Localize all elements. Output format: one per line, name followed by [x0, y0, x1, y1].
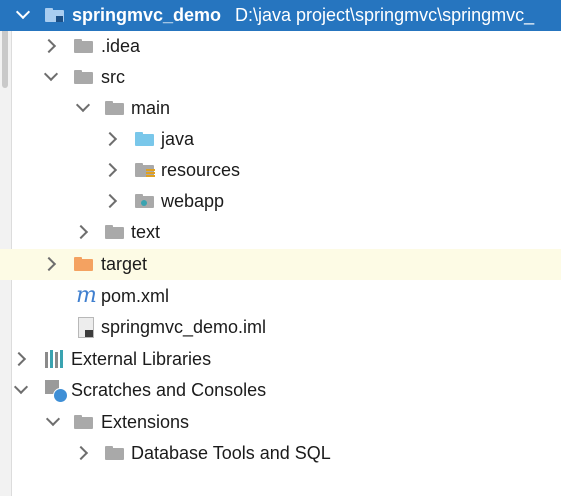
tree-item-iml[interactable]: springmvc_demo.iml	[0, 312, 561, 343]
chevron-right-icon[interactable]	[73, 224, 89, 240]
folder-icon	[74, 70, 93, 84]
chevron-down-icon[interactable]	[13, 379, 29, 395]
root-module-path: D:\java project\springmvc\springmvc_	[235, 5, 535, 25]
tree-item-webapp[interactable]: webapp	[0, 186, 561, 217]
tree-item-resources[interactable]: resources	[0, 155, 561, 186]
tree-item-external-libraries[interactable]: External Libraries	[0, 344, 561, 375]
chevron-right-icon[interactable]	[102, 193, 118, 209]
chevron-right-icon[interactable]	[102, 131, 118, 147]
tree-item-src[interactable]: src	[0, 62, 561, 93]
chevron-right-icon[interactable]	[11, 351, 27, 367]
tree-item-label: main	[131, 98, 171, 118]
tree-item-text[interactable]: text	[0, 217, 561, 248]
tree-item-label: text	[131, 222, 161, 242]
folder-icon	[105, 225, 124, 239]
tree-item-label: webapp	[161, 191, 225, 211]
resources-root-folder-icon	[135, 163, 155, 177]
chevron-down-icon[interactable]	[43, 66, 59, 82]
tree-item-target[interactable]: target	[0, 249, 561, 280]
web-folder-icon	[135, 194, 154, 208]
scratches-console-icon	[45, 380, 68, 403]
tree-item-label: src	[101, 67, 125, 87]
root-module-name: springmvc_demo	[72, 5, 222, 25]
iml-file-icon	[78, 317, 94, 338]
source-root-folder-icon	[135, 132, 154, 146]
tree-item-label: .idea	[101, 36, 141, 56]
chevron-right-icon[interactable]	[102, 162, 118, 178]
chevron-right-icon[interactable]	[41, 256, 57, 272]
tree-item-pom[interactable]: m pom.xml	[0, 281, 561, 312]
chevron-down-icon[interactable]	[75, 97, 91, 113]
tree-item-label: Database Tools and SQL	[131, 443, 331, 463]
excluded-folder-icon	[74, 257, 93, 271]
chevron-down-icon[interactable]	[45, 411, 61, 427]
tree-item-root-module[interactable]: springmvc_demo D:\java project\springmvc…	[0, 0, 561, 31]
maven-pom-icon: m	[76, 283, 97, 308]
tree-item-java[interactable]: java	[0, 124, 561, 155]
tree-item-label: External Libraries	[71, 349, 212, 369]
tree-item-main[interactable]: main	[0, 93, 561, 124]
folder-icon	[74, 415, 93, 429]
tree-item-idea[interactable]: .idea	[0, 31, 561, 62]
tree-item-label: springmvc_demo.iml	[101, 317, 267, 337]
tree-item-scratches-consoles[interactable]: Scratches and Consoles	[0, 375, 561, 406]
chevron-right-icon[interactable]	[73, 445, 89, 461]
chevron-right-icon[interactable]	[41, 38, 57, 54]
tree-item-label: Extensions	[101, 412, 190, 432]
folder-icon	[105, 446, 124, 460]
tree-item-database-tools[interactable]: Database Tools and SQL	[0, 438, 561, 469]
external-libraries-icon	[45, 350, 67, 368]
chevron-down-icon[interactable]	[15, 4, 31, 20]
module-folder-icon	[45, 8, 64, 22]
tree-item-label: java	[161, 129, 195, 149]
folder-icon	[105, 101, 124, 115]
tree-item-label: Scratches and Consoles	[71, 380, 267, 400]
tree-item-extensions[interactable]: Extensions	[0, 407, 561, 438]
tree-item-label: target	[101, 254, 148, 274]
folder-icon	[74, 39, 93, 53]
tree-item-label: resources	[161, 160, 241, 180]
tree-item-label: pom.xml	[101, 286, 170, 306]
